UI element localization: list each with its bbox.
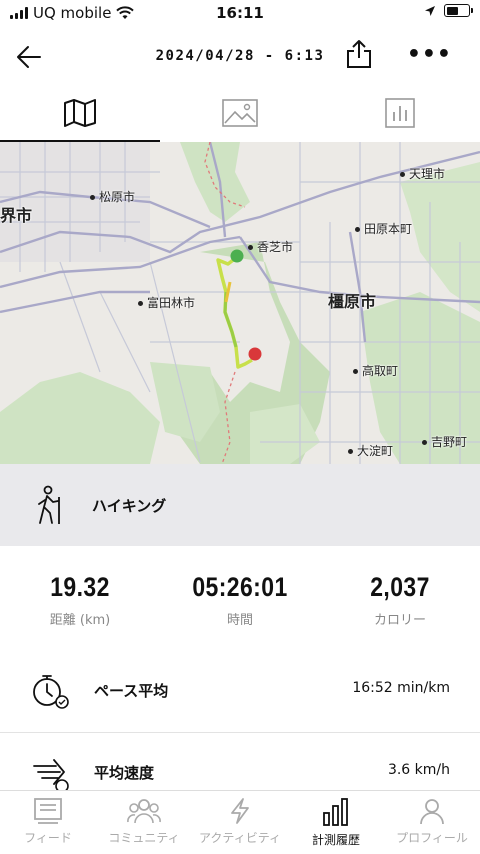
calories-value: 2,037 bbox=[370, 572, 430, 602]
profile-icon bbox=[420, 799, 444, 825]
detail-tabs bbox=[0, 84, 480, 142]
pace-value: 16:52 min/km bbox=[352, 680, 450, 696]
bar-chart-icon bbox=[323, 798, 348, 826]
pace-label: ペース平均 bbox=[94, 682, 169, 700]
map-label-tondabayashi: 富田林市 bbox=[138, 294, 195, 311]
status-time: 16:11 bbox=[216, 4, 264, 22]
speed-icon bbox=[33, 759, 69, 793]
map-label-kashiba: 香芝市 bbox=[248, 238, 293, 255]
row-divider bbox=[0, 732, 480, 733]
nav-activity[interactable]: アクティビティ bbox=[192, 791, 288, 854]
pace-row: ペース平均 16:52 min/km bbox=[0, 662, 480, 722]
time-stat: 05:26:01 時間 bbox=[160, 572, 320, 628]
share-icon[interactable] bbox=[344, 38, 374, 70]
header: 2024/04/28 - 6:13 ••• bbox=[0, 28, 480, 84]
time-value: 05:26:01 bbox=[192, 572, 288, 602]
nav-profile[interactable]: プロフィール bbox=[384, 791, 480, 854]
nav-feed-label: フィード bbox=[24, 831, 72, 845]
map-label-yoshino: 吉野町 bbox=[422, 433, 467, 450]
distance-stat: 19.32 距離 (km) bbox=[0, 572, 160, 628]
activity-type-banner: ハイキング bbox=[0, 464, 480, 546]
location-arrow-icon bbox=[425, 5, 435, 16]
calories-label: カロリー bbox=[373, 613, 426, 628]
nav-community[interactable]: コミュニティ bbox=[96, 791, 192, 854]
battery-icon bbox=[444, 4, 473, 17]
photo-tab[interactable] bbox=[160, 84, 320, 142]
map-label-kashihara: 橿原市 bbox=[328, 292, 377, 311]
lightning-icon bbox=[231, 798, 249, 824]
distance-value: 19.32 bbox=[50, 572, 110, 602]
end-marker bbox=[248, 347, 262, 361]
community-icon bbox=[127, 799, 161, 824]
bottom-nav: フィード コミュニティ アクティビティ 計測履歴 プロフィール bbox=[0, 790, 480, 854]
stopwatch-icon bbox=[33, 675, 69, 709]
summary-stats: 19.32 距離 (km) 05:26:01 時間 2,037 カロリー bbox=[0, 572, 480, 636]
distance-label: 距離 (km) bbox=[49, 613, 111, 628]
time-label: 時間 bbox=[226, 613, 253, 628]
map-tab[interactable] bbox=[0, 84, 160, 142]
map-label-tawaramoto: 田原本町 bbox=[355, 220, 412, 237]
image-icon bbox=[222, 99, 258, 127]
feed-icon bbox=[34, 798, 62, 824]
speed-value: 3.6 km/h bbox=[387, 762, 450, 778]
nav-feed[interactable]: フィード bbox=[0, 791, 96, 854]
status-bar: UQ mobile 16:11 bbox=[0, 0, 480, 28]
nav-history[interactable]: 計測履歴 bbox=[288, 791, 384, 854]
map-label-sakai: 界市 bbox=[0, 206, 33, 225]
nav-activity-label: アクティビティ bbox=[199, 831, 281, 845]
route-line bbox=[216, 255, 253, 369]
nav-history-label: 計測履歴 bbox=[311, 833, 360, 847]
map-icon bbox=[64, 99, 96, 127]
nav-profile-label: プロフィール bbox=[396, 831, 468, 845]
map-label-takatori: 高取町 bbox=[353, 362, 398, 379]
start-marker bbox=[230, 249, 244, 263]
nav-community-label: コミュニティ bbox=[108, 831, 180, 845]
bar-chart-icon bbox=[385, 98, 415, 128]
route-map[interactable]: 天理市 松原市 界市 香芝市 田原本町 富田林市 橿原市 高取町 大淀町 吉野町 bbox=[0, 142, 480, 464]
activity-name: ハイキング bbox=[92, 496, 167, 515]
speed-label: 平均速度 bbox=[94, 764, 155, 782]
hiking-icon bbox=[38, 485, 60, 524]
chart-tab[interactable] bbox=[320, 84, 480, 142]
map-label-oyodo: 大淀町 bbox=[348, 442, 393, 459]
map-canvas bbox=[0, 142, 480, 464]
more-options-icon[interactable]: ••• bbox=[407, 42, 452, 67]
map-label-tenri: 天理市 bbox=[400, 165, 445, 182]
calories-stat: 2,037 カロリー bbox=[320, 572, 480, 628]
map-label-matsubara: 松原市 bbox=[90, 188, 135, 205]
